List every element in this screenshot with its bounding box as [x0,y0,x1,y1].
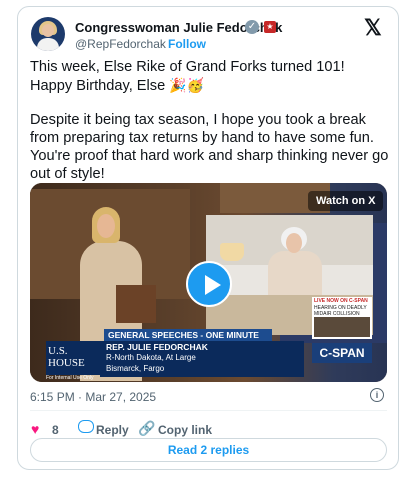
link-icon[interactable]: 🔗 [138,420,155,437]
heart-icon[interactable]: ♥ [31,421,39,437]
lower-third-city: Bismarck, Fargo [106,364,165,373]
us-house-logo: U.S. HOUSE [46,341,100,375]
avatar-shirt [37,38,59,51]
lower-third-title: GENERAL SPEECHES - ONE MINUTE [104,329,272,341]
avatar[interactable] [31,17,65,51]
play-button[interactable] [186,261,232,307]
read-replies-button[interactable]: Read 2 replies [30,438,387,462]
divider [30,410,387,411]
author-handle[interactable]: @RepFedorchak [75,37,166,51]
tweet-timestamp[interactable]: 6:15 PM · Mar 27, 2025 [30,390,156,404]
us-house-logo-line2: HOUSE [48,357,85,369]
x-logo-icon[interactable]: 𝕏 [364,15,382,41]
speaker-face [97,214,115,238]
watch-on-x-button[interactable]: Watch on X [308,191,384,211]
follow-button[interactable]: Follow [168,37,206,51]
tweet-text-paragraph-1: This week, Else Rike of Grand Forks turn… [30,58,390,95]
us-house-logo-line1: U.S. [48,345,68,357]
copy-link-button[interactable]: Copy link [158,423,212,437]
lectern [116,285,156,323]
party-emoji-icon: 🎉🥳 [169,77,205,93]
cspan-logo: C-SPAN [312,343,372,363]
lamp [220,243,244,261]
tweet-text-paragraph-2: Despite it being tax season, I hope you … [30,112,389,182]
avatar-face [42,24,54,37]
lower-third-name: REP. JULIE FEDORCHAK [106,342,208,352]
live-now-thumbnail [314,317,370,337]
verified-badge-icon: ✓ [245,20,259,34]
tweet-card[interactable]: Congresswoman Julie Fedorchak ✓ ★ @RepFe… [17,6,399,470]
reply-icon[interactable] [78,420,94,433]
info-icon[interactable]: i [370,388,384,402]
video-player[interactable]: Watch on X LIVE NOW ON C-SPAN HEARING ON… [30,183,387,382]
separator-dot: · [160,37,164,51]
live-now-label: LIVE NOW ON C-SPAN [314,298,368,304]
flag-icon: ★ [264,21,276,33]
like-count[interactable]: 8 [52,423,59,437]
lower-third-district: R-North Dakota, At Large [106,353,196,362]
birthday-woman-face [286,233,302,253]
internal-use-note: For Internal Use Only [46,375,94,381]
reply-button[interactable]: Reply [96,423,129,437]
play-icon [205,275,221,295]
